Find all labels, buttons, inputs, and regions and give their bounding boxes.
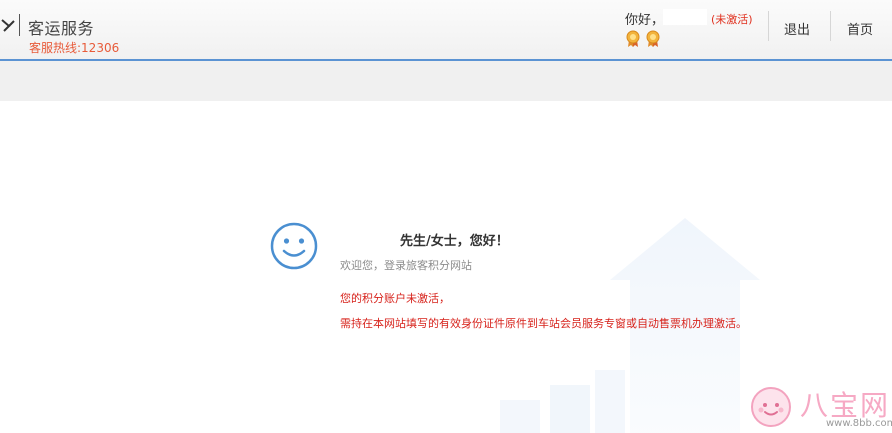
smiley-icon bbox=[270, 222, 318, 270]
logo-divider bbox=[19, 14, 20, 36]
inactive-warning: 您的积分账户未激活， bbox=[340, 292, 450, 305]
service-hotline: 客服热线:12306 bbox=[29, 41, 120, 55]
welcome-subtitle: 欢迎您，登录旅客积分网站 bbox=[340, 259, 472, 272]
watermark-logo-icon bbox=[751, 387, 791, 427]
header-separator bbox=[830, 11, 831, 41]
sub-navigation-bar bbox=[0, 61, 892, 101]
logout-link[interactable]: 退出 bbox=[784, 19, 810, 38]
top-header: 客运服务 客服热线:12306 你好， (未激活) 退出 首页 bbox=[0, 0, 892, 61]
account-status: (未激活) bbox=[711, 13, 753, 26]
welcome-title: 先生/女士，您好！ bbox=[400, 234, 509, 249]
username-redacted bbox=[663, 9, 707, 25]
app-title: 客运服务 bbox=[28, 19, 95, 38]
medal-icon bbox=[646, 30, 660, 47]
watermark-url: www.8bb.com bbox=[826, 418, 892, 429]
railway-logo-icon bbox=[1, 19, 15, 32]
medal-icon bbox=[626, 30, 640, 47]
home-link[interactable]: 首页 bbox=[847, 19, 873, 38]
greeting-text: 你好， bbox=[625, 13, 665, 28]
header-separator bbox=[768, 11, 769, 41]
activation-instructions: 需持在本网站填写的有效身份证件原件到车站会员服务专窗或自动售票机办理激活。 bbox=[340, 317, 747, 330]
